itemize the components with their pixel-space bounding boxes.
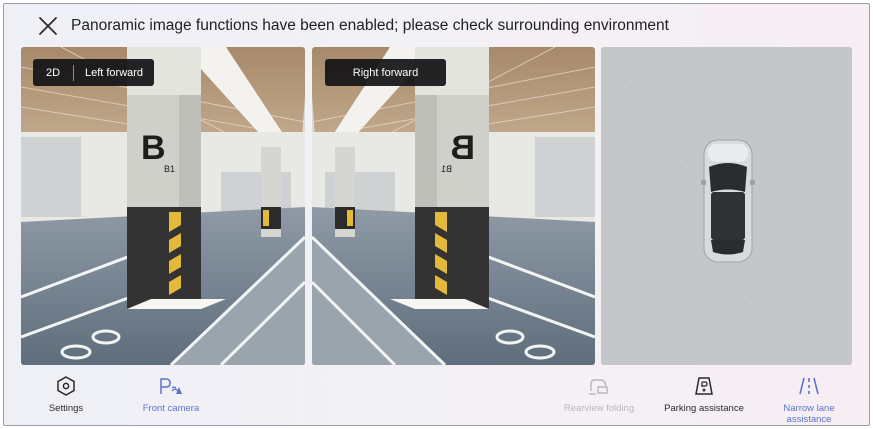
view-mode-pill: 2D Left forward xyxy=(33,59,154,86)
mirror-fold-icon xyxy=(589,379,608,395)
rearview-folding-label: Rearview folding xyxy=(563,403,635,414)
close-button[interactable] xyxy=(35,13,61,39)
settings-button[interactable]: Settings xyxy=(36,368,96,425)
pillar-letter: B xyxy=(141,129,166,167)
camera-direction-label: Right forward xyxy=(352,66,419,79)
settings-label: Settings xyxy=(48,403,84,414)
narrow-lane-assistance-button[interactable]: Narrow lane assistance xyxy=(769,368,849,425)
narrow-lane-assistance-label: Narrow lane assistance xyxy=(783,403,835,425)
view-mode-toggle[interactable]: 2D xyxy=(33,67,73,79)
hexagon-settings-icon xyxy=(57,376,75,396)
parking-assistance-button[interactable]: Parking assistance xyxy=(659,368,749,425)
parking-assist-icon xyxy=(695,377,713,395)
parking-assistance-label: Parking assistance xyxy=(664,403,744,414)
bottom-toolbar: Settings Front camera Rearview folding P… xyxy=(4,368,869,425)
close-icon xyxy=(39,17,57,35)
narrow-lane-icon xyxy=(799,377,819,395)
right-forward-camera-view[interactable]: B B1 Right forward xyxy=(312,47,595,365)
header-bar: Panoramic image functions have been enab… xyxy=(4,4,869,48)
pillar-sub-label-mirrored: B1 xyxy=(441,164,452,174)
left-forward-camera-view[interactable]: B B1 2D Left forward xyxy=(21,47,305,365)
pillar-letter-mirrored: B xyxy=(450,129,475,167)
page-title: Panoramic image functions have been enab… xyxy=(71,17,669,34)
camera-direction-pill: Right forward xyxy=(325,59,446,86)
camera-direction-label: Left forward xyxy=(84,66,144,79)
parking-garage-image: B B1 xyxy=(21,47,305,365)
rearview-folding-button[interactable]: Rearview folding xyxy=(559,368,639,425)
front-camera-radar-icon xyxy=(160,378,182,394)
panoramic-view-window: Panoramic image functions have been enab… xyxy=(3,3,870,426)
front-camera-button[interactable]: Front camera xyxy=(131,368,211,425)
top-view-panel[interactable] xyxy=(601,47,852,365)
pillar-sub-label: B1 xyxy=(164,164,175,174)
parking-garage-image-mirrored: B B1 xyxy=(312,47,595,365)
front-camera-label: Front camera xyxy=(142,403,200,414)
car-topview-icon xyxy=(601,47,852,365)
